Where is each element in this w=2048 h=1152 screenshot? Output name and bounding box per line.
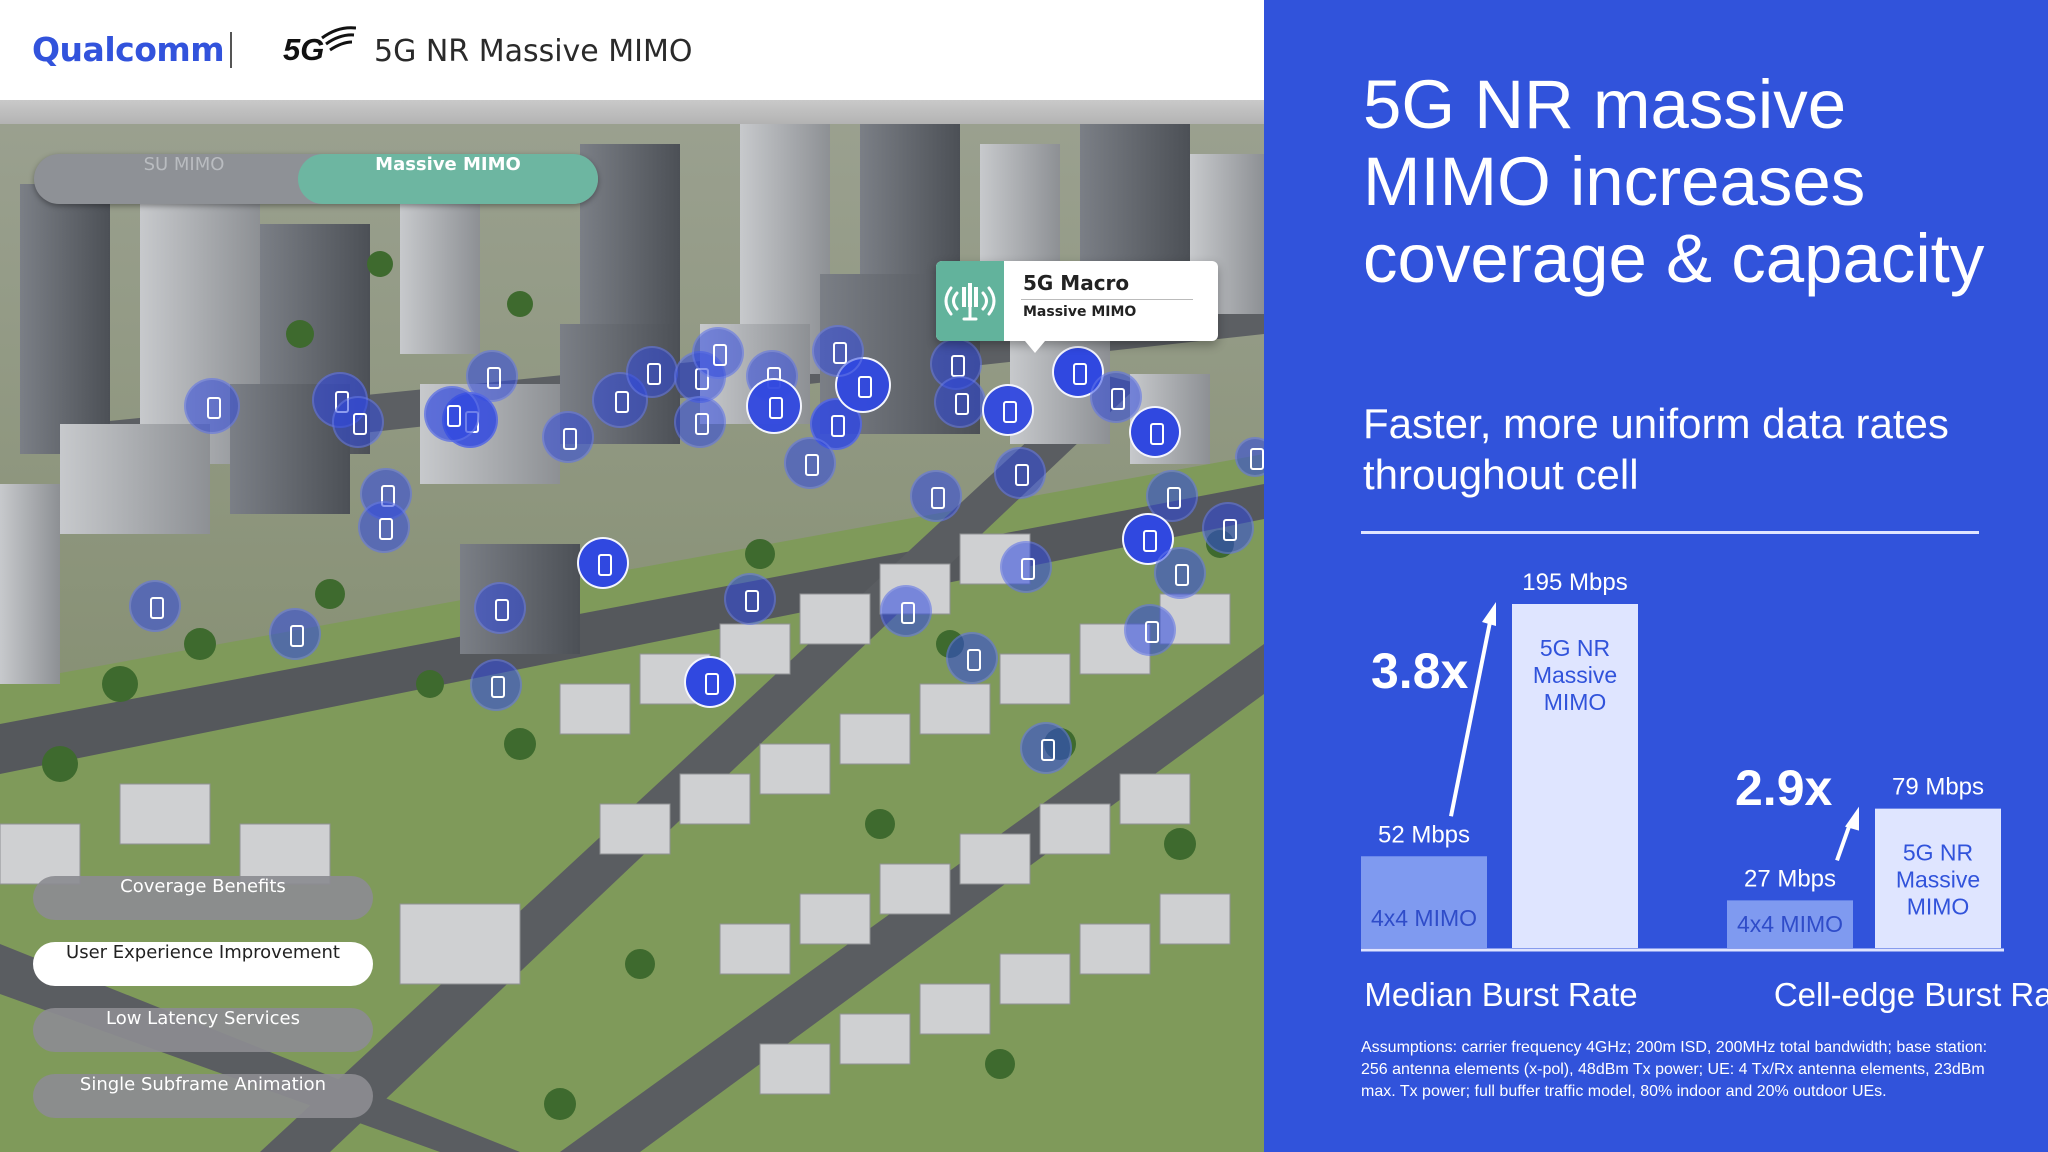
ue-smartphone-icon	[1124, 604, 1176, 656]
chart-category-label: Cell-edge Burst Rate	[1774, 976, 2048, 1013]
callout-divider	[1021, 299, 1193, 300]
toggle-su-mimo[interactable]: SU MIMO	[34, 154, 334, 204]
callout-pointer	[1025, 341, 1045, 353]
ue-smartphone-icon	[1154, 547, 1206, 599]
bar-category-label: 4x4 MIMO	[1737, 911, 1843, 937]
city-scene[interactable]: SU MIMO Massive MIMO 5G Macro Massive MI…	[0, 124, 1264, 1152]
chart-category-label: Median Burst Rate	[1364, 976, 1637, 1013]
ue-smartphone-icon	[784, 437, 836, 489]
ue-smartphone-icon	[1202, 502, 1254, 554]
fiveg-logo-text: 5G	[283, 32, 325, 67]
menu-single-subframe-animation[interactable]: Single Subframe Animation	[33, 1074, 373, 1118]
assumptions-footnote: Assumptions: carrier frequency 4GHz; 200…	[1361, 1039, 1988, 1100]
bar-value-label: 52 Mbps	[1378, 821, 1470, 848]
mimo-mode-toggle[interactable]: SU MIMO Massive MIMO	[34, 154, 598, 204]
ue-smartphone-icon	[474, 582, 526, 634]
multiplier-arrow	[1835, 825, 1851, 862]
burst-rate-chart: 52 Mbps 4x4 MIMO 195 Mbps 5G NR Massive MIMO 3…	[1361, 569, 2048, 1013]
qualcomm-logo: Qualcomm	[32, 30, 225, 69]
bar-category-label: 5G NR Massive MIMO	[1896, 840, 1980, 920]
panel-divider	[1361, 531, 1979, 534]
ue-smartphone-icon	[946, 632, 998, 684]
ue-smartphone-icon	[1000, 541, 1052, 593]
ue-smartphone-icon	[332, 396, 384, 448]
ue-smartphone-icon	[982, 384, 1034, 436]
callout-title: 5G Macro	[1023, 271, 1130, 295]
ue-smartphone-icon	[1020, 722, 1072, 774]
app-header: Qualcomm 5G 5G NR Massive MIMO	[0, 0, 1264, 100]
ue-smartphone-icon	[880, 585, 932, 637]
menu-low-latency-services[interactable]: Low Latency Services	[33, 1008, 373, 1052]
ue-smartphone-icon	[184, 378, 240, 434]
ue-smartphone-icon	[994, 447, 1046, 499]
header-divider	[230, 32, 232, 68]
multiplier-arrowhead	[1845, 806, 1859, 831]
toggle-massive-mimo[interactable]: Massive MIMO	[298, 154, 598, 204]
page-title: 5G NR Massive MIMO	[374, 34, 693, 69]
header-shadow	[0, 100, 1264, 124]
ue-smartphone-icon	[674, 396, 726, 448]
ue-smartphone-icon	[812, 325, 864, 377]
bar-4x4-mimo	[1361, 856, 1487, 948]
ue-smartphone-icon	[692, 327, 744, 379]
menu-user-experience-improvement[interactable]: User Experience Improvement	[33, 942, 373, 986]
bar-value-label: 27 Mbps	[1744, 865, 1836, 892]
ue-smartphone-icon	[470, 659, 522, 711]
ue-smartphone-icon	[684, 656, 736, 708]
info-panel: 5G NR massive MIMO increases coverage & …	[1264, 0, 2048, 1152]
bar-category-label: 5G NR Massive MIMO	[1533, 635, 1617, 715]
panel-title: 5G NR massive MIMO increases coverage & …	[1363, 66, 1985, 297]
bar-value-label: 79 Mbps	[1892, 774, 1984, 801]
callout-subtitle: Massive MIMO	[1023, 304, 1137, 320]
panel-subtitle: Faster, more uniform data rates througho…	[1363, 400, 1949, 498]
ue-smartphone-icon	[934, 376, 986, 428]
antenna-tower-icon	[936, 261, 1004, 341]
ue-smartphone-icon	[424, 386, 480, 442]
ue-smartphone-icon	[724, 573, 776, 625]
ue-smartphone-icon	[626, 346, 678, 398]
menu-coverage-benefits[interactable]: Coverage Benefits	[33, 876, 373, 920]
macro-callout: 5G Macro Massive MIMO	[936, 261, 1218, 341]
ue-smartphone-icon	[577, 537, 629, 589]
ue-smartphone-icon	[542, 411, 594, 463]
ue-smartphone-icon	[746, 378, 802, 434]
multiplier-label: 2.9x	[1735, 760, 1833, 816]
ue-smartphone-icon	[358, 501, 410, 553]
ue-smartphone-icon	[1129, 406, 1181, 458]
ue-smartphone-icon	[910, 470, 962, 522]
bar-category-label: 4x4 MIMO	[1371, 905, 1477, 931]
multiplier-arrowhead	[1482, 602, 1496, 626]
bar-value-label: 195 Mbps	[1522, 569, 1627, 596]
ue-smartphone-icon	[269, 608, 321, 660]
ue-smartphone-icon	[129, 580, 181, 632]
multiplier-label: 3.8x	[1371, 643, 1469, 699]
